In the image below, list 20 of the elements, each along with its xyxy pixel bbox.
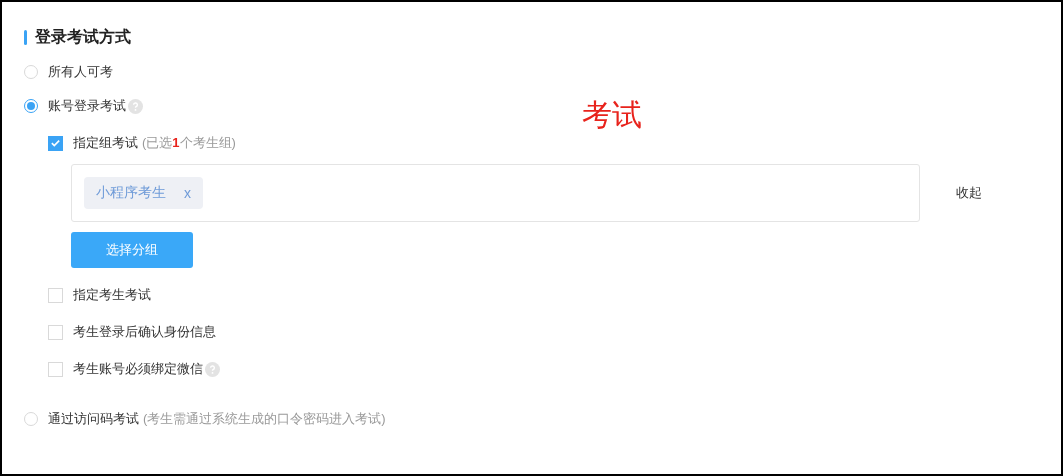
checkbox[interactable] [48, 135, 63, 151]
help-icon[interactable] [205, 361, 220, 377]
option-label: 所有人可考 [48, 63, 113, 81]
checkbox-label: 指定考生考试 [73, 286, 151, 304]
title-accent-bar [24, 29, 27, 45]
group-tag-field[interactable]: 小程序考生 x [71, 164, 920, 222]
option-label: 账号登录考试 [48, 97, 126, 115]
section-title: 登录考试方式 [35, 26, 131, 47]
remove-tag-button[interactable]: x [184, 185, 191, 201]
annotation-label: 考试 [582, 97, 642, 133]
checkbox-label: 考生账号必须绑定微信 [73, 360, 203, 378]
collapse-link[interactable]: 收起 [956, 184, 982, 202]
group-tag: 小程序考生 x [84, 177, 203, 209]
selection-count-note: (已选1个考生组) [142, 134, 236, 152]
option-note: (考生需通过系统生成的口令密码进入考试) [143, 410, 386, 428]
checkbox-label: 指定组考试 [73, 134, 138, 152]
help-icon[interactable] [128, 98, 143, 114]
checkbox-label: 考生登录后确认身份信息 [73, 323, 216, 341]
select-group-button[interactable]: 选择分组 [71, 232, 193, 268]
option-label: 通过访问码考试 [48, 410, 139, 428]
